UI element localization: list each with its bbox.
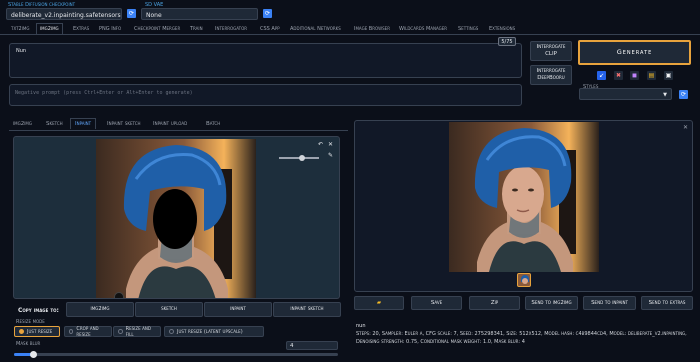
interrogate-clip-button[interactable]: Interrogate CLIP <box>530 41 572 61</box>
tab-additional-networks[interactable]: Additional Networks <box>288 25 343 33</box>
send-to-extras-button[interactable]: Send to extras <box>641 296 693 310</box>
mask-blur-label: Mask blur <box>16 341 41 347</box>
subtab-batch[interactable]: Batch <box>206 121 220 127</box>
tab-txt2img[interactable]: txt2img <box>9 25 31 33</box>
resize-option-crop-and-resize[interactable]: Crop and resize <box>64 325 112 338</box>
vae-value: None <box>146 12 162 19</box>
copy-to-sketch-button[interactable]: sketch <box>135 302 203 317</box>
tab-extensions[interactable]: Extensions <box>487 25 517 33</box>
open-folder-icon[interactable]: ▰ <box>354 296 404 310</box>
brush-size-slider[interactable] <box>279 155 319 161</box>
close-icon[interactable]: ✕ <box>328 141 333 148</box>
checkpoint-select[interactable]: deliberate_v2.inpainting.safetensors <box>6 8 122 20</box>
paste-icon[interactable]: ↙ <box>597 71 606 80</box>
checkpoint-value: deliberate_v2.inpainting.safetensors <box>11 12 121 19</box>
clipboard-icon[interactable]: ▤ <box>647 71 656 80</box>
resize-option-latent-upscale[interactable]: Just resize (latent upscale) <box>164 326 264 337</box>
refresh-vae-icon[interactable]: ⟳ <box>263 9 272 18</box>
tab-png-info[interactable]: PNG Info <box>97 25 123 33</box>
output-thumbnail[interactable] <box>517 273 531 287</box>
tab-wildcards-manager[interactable]: Wildcards Manager <box>397 25 449 33</box>
prompt-text: Nun <box>16 48 27 54</box>
tab-css-app[interactable]: CSS App <box>258 25 282 33</box>
radio-icon <box>118 329 123 334</box>
resize-option-label: Just resize <box>27 328 53 335</box>
mask-blur-slider[interactable] <box>14 351 338 358</box>
inpaint-canvas[interactable]: ↶ ✕ ✎ <box>13 136 340 299</box>
send-to-img2img-button[interactable]: Send to img2img <box>525 296 578 310</box>
resize-option-just-resize[interactable]: Just resize <box>14 326 60 337</box>
generate-button[interactable]: Generate <box>578 40 691 65</box>
subtab-inpaint-sketch[interactable]: Inpaint sketch <box>107 121 141 127</box>
resize-option-label: Crop and resize <box>76 325 99 338</box>
refresh-styles-icon[interactable]: ⟳ <box>679 90 688 99</box>
mask-blur-handle[interactable] <box>30 351 38 358</box>
tab-divider <box>0 34 700 35</box>
prompt-input[interactable]: Nun <box>9 43 522 78</box>
resize-option-label: Just resize (latent upscale) <box>177 328 243 335</box>
output-gallery: ✕ <box>354 120 693 292</box>
interrogate-deepbooru-button[interactable]: Interrogate DeepBooru <box>530 65 572 85</box>
brush-icon[interactable]: ✎ <box>328 152 333 159</box>
negative-prompt-input[interactable]: Negative prompt (press Ctrl+Enter or Alt… <box>9 84 522 106</box>
resize-mode-label: Resize mode <box>16 319 45 325</box>
radio-selected-icon <box>19 329 24 334</box>
copy-to-inpaint-sketch-button[interactable]: inpaint sketch <box>273 302 341 317</box>
tab-img2img[interactable]: img2img <box>36 23 63 34</box>
tab-extras[interactable]: Extras <box>71 25 91 33</box>
copy-to-inpaint-button[interactable]: inpaint <box>204 302 272 317</box>
tab-settings[interactable]: Settings <box>456 25 480 33</box>
negative-prompt-placeholder: Negative prompt (press Ctrl+Enter or Alt… <box>15 90 193 96</box>
refresh-checkpoint-icon[interactable]: ⟳ <box>127 9 136 18</box>
subtab-sketch[interactable]: Sketch <box>46 121 63 127</box>
tab-train[interactable]: Train <box>188 25 205 33</box>
styles-select[interactable]: ▼ <box>579 88 672 100</box>
info-params: Steps: 20, Sampler: Euler a, CFG scale: … <box>356 331 687 345</box>
save-button[interactable]: Save <box>411 296 462 310</box>
resize-option-resize-and-fill[interactable]: Resize and fill <box>113 325 161 338</box>
output-image[interactable] <box>449 122 599 272</box>
model-card-icon[interactable]: ◼ <box>630 71 639 80</box>
chevron-down-icon: ▼ <box>663 92 667 98</box>
subtab-divider <box>9 130 348 131</box>
brush-size-handle[interactable] <box>299 155 305 161</box>
radio-icon <box>69 329 74 334</box>
subtab-inpaint-upload[interactable]: Inpaint upload <box>153 121 187 127</box>
zip-button[interactable]: Zip <box>469 296 520 310</box>
brush-cursor <box>114 292 124 298</box>
mask-blur-input[interactable]: 4 <box>286 341 338 350</box>
trash-icon[interactable]: ✖ <box>614 71 623 80</box>
tab-interrogator[interactable]: Interrogator <box>213 25 249 33</box>
undo-icon[interactable]: ↶ <box>318 141 323 148</box>
tab-checkpoint-merger[interactable]: Checkpoint Merger <box>132 25 182 33</box>
save-style-icon[interactable]: ▣ <box>664 71 673 80</box>
close-icon[interactable]: ✕ <box>683 124 688 131</box>
inpaint-image[interactable] <box>96 139 256 298</box>
send-to-inpaint-button[interactable]: Send to inpaint <box>583 296 636 310</box>
radio-icon <box>169 329 174 334</box>
tab-image-browser[interactable]: Image Browser <box>352 25 392 33</box>
subtab-inpaint[interactable]: Inpaint <box>70 118 97 129</box>
subtab-img2img[interactable]: img2img <box>13 121 32 127</box>
token-counter: 5/75 <box>498 37 516 46</box>
resize-option-label: Resize and fill <box>125 325 151 338</box>
vae-select[interactable]: None <box>141 8 258 20</box>
copy-image-label: Copy image to: <box>18 307 59 314</box>
info-prompt: nun <box>356 323 366 329</box>
copy-to-img2img-button[interactable]: img2img <box>66 302 134 317</box>
